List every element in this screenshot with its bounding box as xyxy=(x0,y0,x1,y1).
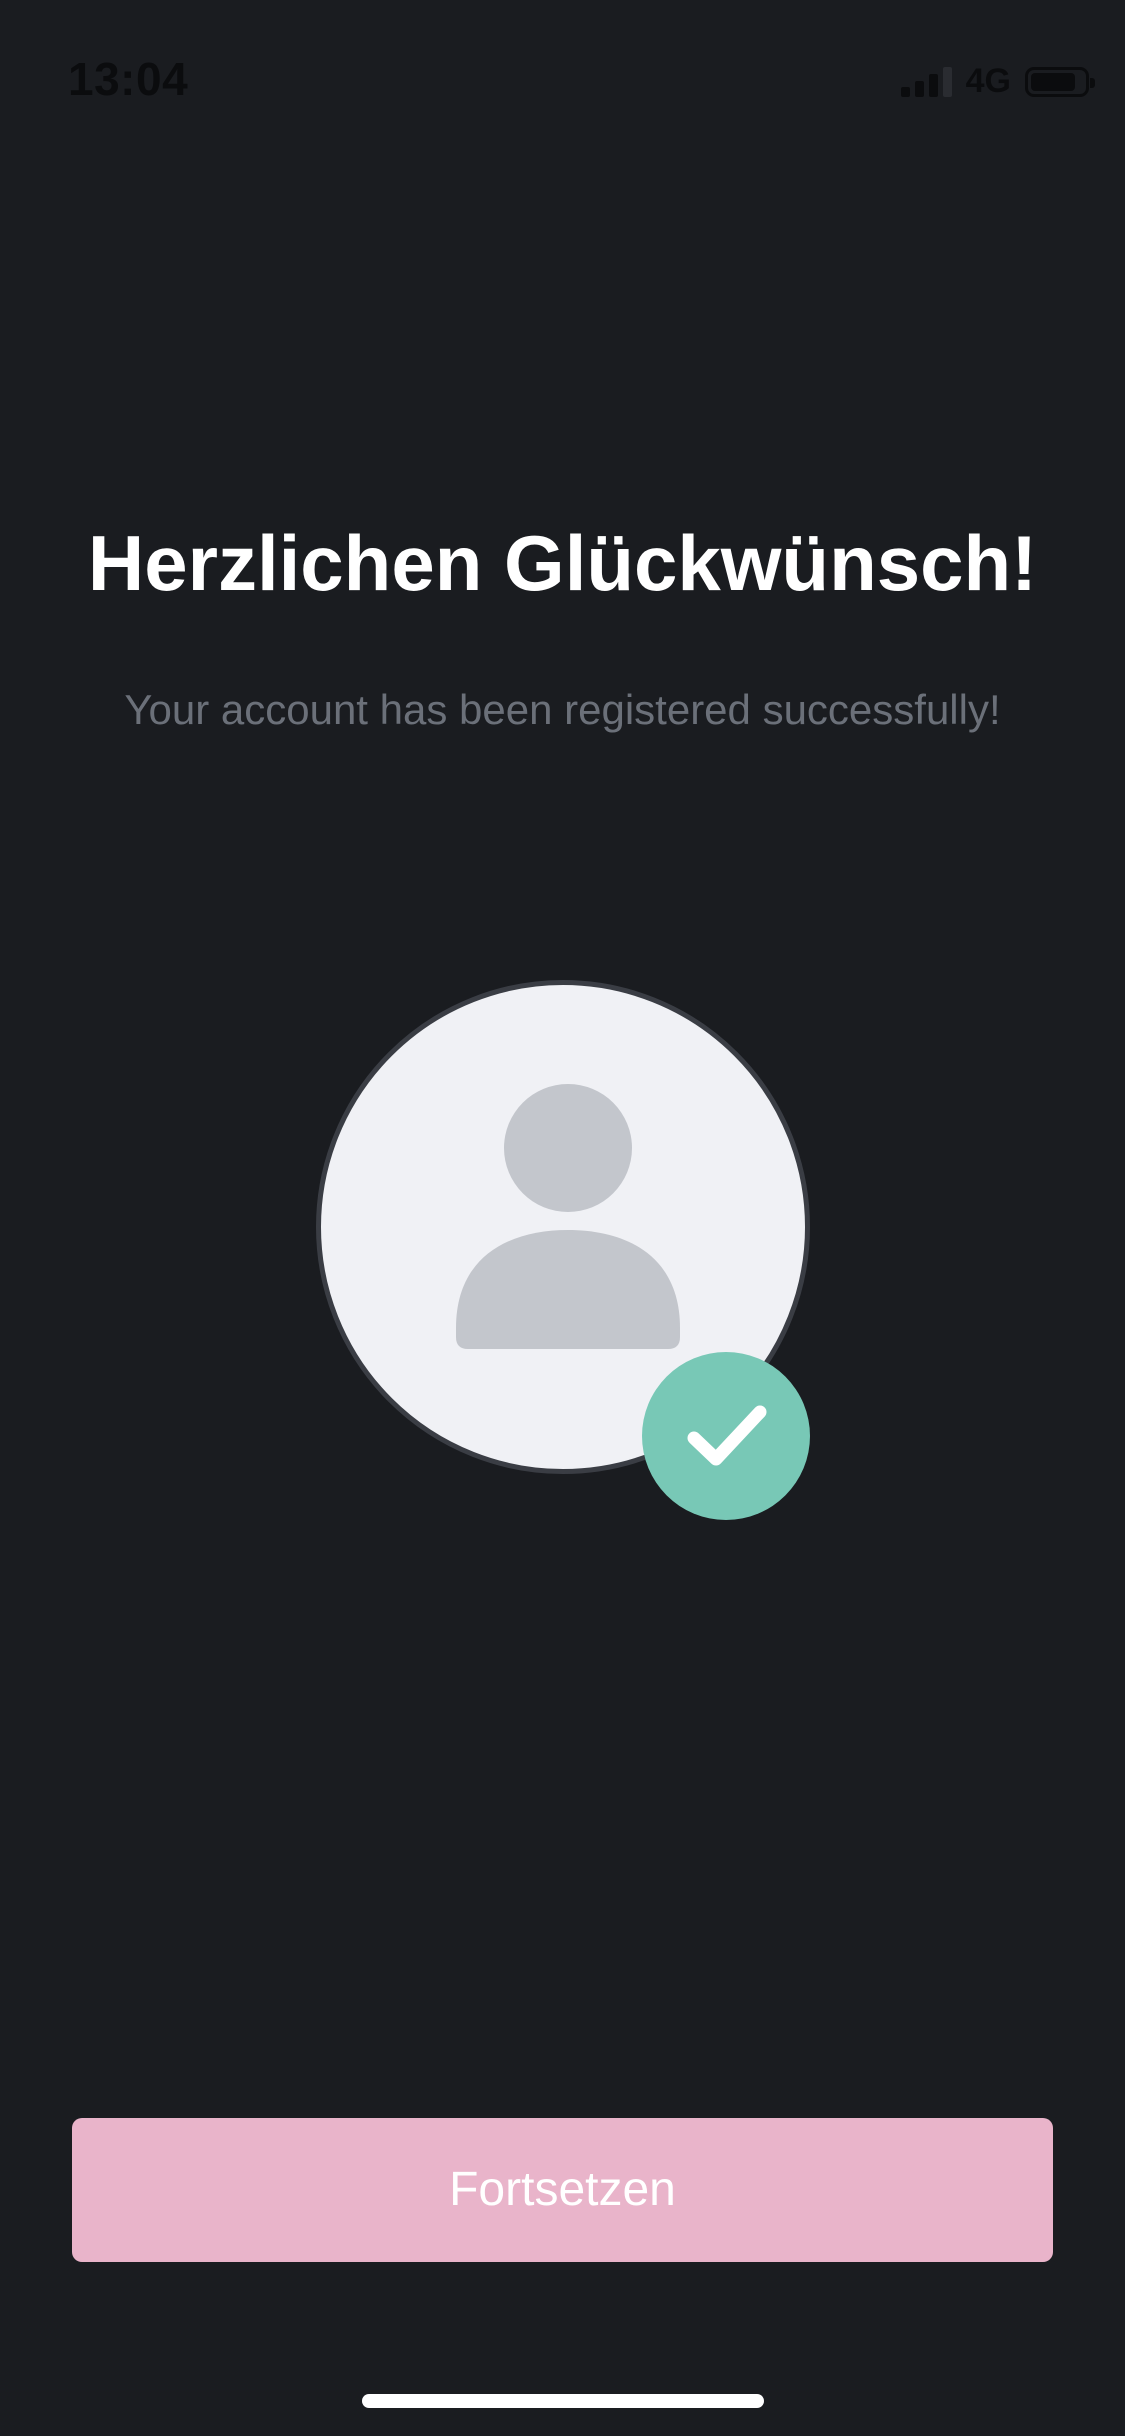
status-bar: 13:04 4G xyxy=(0,0,1125,140)
signal-icon xyxy=(900,66,952,97)
checkmark-icon xyxy=(687,1405,767,1466)
network-label: 4G xyxy=(965,62,1011,100)
page-title: Herzlichen Glückwünsch! xyxy=(87,519,1038,607)
success-badge xyxy=(642,1352,810,1520)
status-icons: 4G xyxy=(900,62,1095,101)
battery-icon xyxy=(1025,66,1095,97)
page-subtitle: Your account has been registered success… xyxy=(124,686,1001,733)
status-time: 13:04 xyxy=(68,53,189,105)
continue-button[interactable]: Fortsetzen xyxy=(72,2118,1053,2262)
avatar xyxy=(316,980,810,1520)
home-indicator[interactable] xyxy=(362,2394,764,2408)
